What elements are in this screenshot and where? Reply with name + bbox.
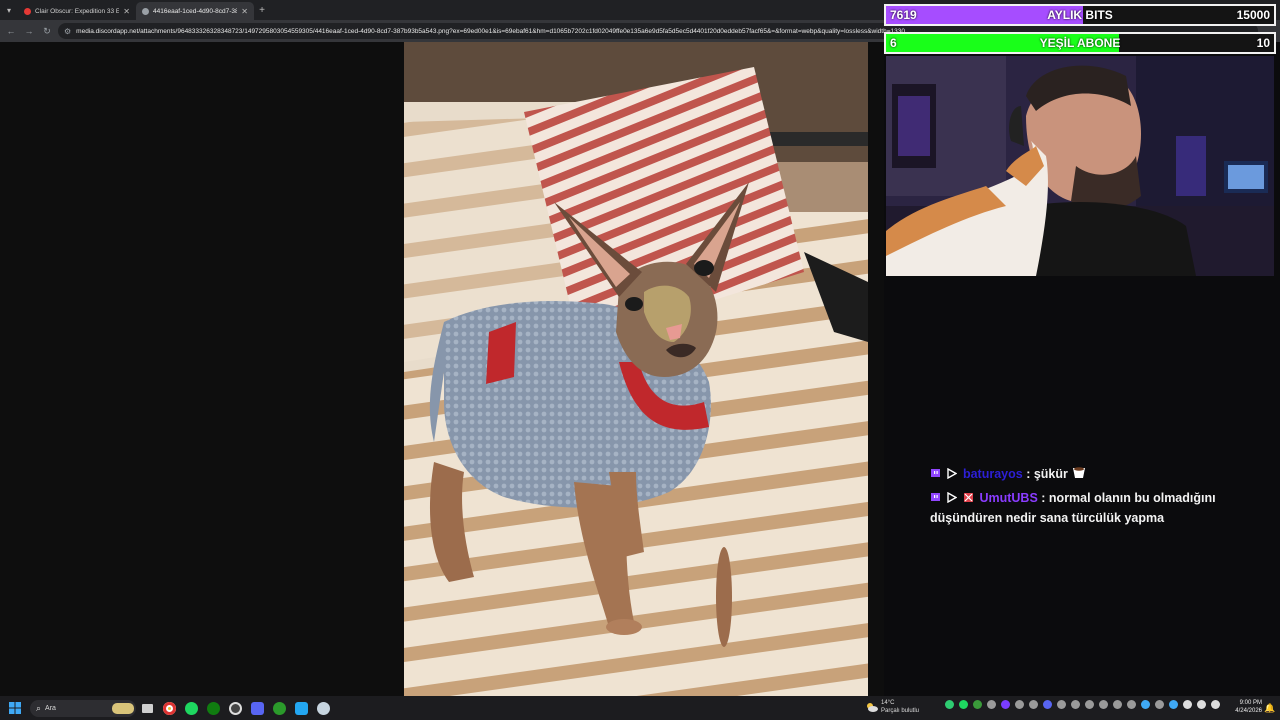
chat-username: baturayos [962, 467, 1023, 481]
webcam-feed [886, 56, 1274, 276]
tray-app-icon[interactable] [973, 700, 982, 709]
cup-emote-icon [1073, 467, 1086, 478]
tray-app-icon[interactable] [1127, 700, 1136, 709]
tray-app-icon[interactable] [1155, 700, 1164, 709]
system-tray [945, 700, 1220, 709]
tab-search-icon[interactable]: ▾ [0, 0, 18, 20]
chat-username: UmutUBS [979, 491, 1038, 505]
tray-app-icon[interactable] [1141, 700, 1150, 709]
volume-icon[interactable] [1197, 700, 1206, 709]
steam-icon[interactable] [312, 696, 334, 720]
reload-icon[interactable]: ↻ [40, 23, 54, 39]
play-badge-icon [947, 468, 958, 479]
vscode-icon[interactable] [290, 696, 312, 720]
site-info-icon[interactable]: ⚙ [64, 27, 71, 36]
bits-goal-bar: 7619 AYLIK BITS 15000 [884, 4, 1276, 26]
battery-icon[interactable] [1211, 700, 1220, 709]
tab-title: Clair Obscur: Expedition 33 Exp [35, 7, 120, 15]
bluetooth-icon[interactable] [1169, 700, 1178, 709]
screen: ▾ Clair Obscur: Expedition 33 Exp ✕ 4416… [0, 0, 1280, 720]
clock-date: 4/24/2026 [1235, 708, 1262, 714]
tray-app-icon[interactable] [959, 700, 968, 709]
cloud-sun-icon [867, 703, 878, 712]
tray-app-icon[interactable] [1057, 700, 1066, 709]
tab-clair-obscur[interactable]: Clair Obscur: Expedition 33 Exp ✕ [18, 2, 136, 20]
sub-goal-title: YEŞİL ABONE [1039, 36, 1121, 50]
cat-photo [404, 42, 868, 696]
chat-message: baturayos : şükür [930, 464, 1230, 484]
tray-app-icon[interactable] [945, 700, 954, 709]
windows-start-icon[interactable] [0, 696, 30, 720]
chat-message: UmutUBS : normal olanın bu olmadığını dü… [930, 488, 1230, 528]
tray-app-icon[interactable] [1099, 700, 1108, 709]
tray-app-icon[interactable] [1001, 700, 1010, 709]
weather-temp: 14°C [881, 700, 895, 706]
xbox-icon[interactable] [202, 696, 224, 720]
tray-app-icon[interactable] [1029, 700, 1038, 709]
notification-bell-icon[interactable]: 🔔 [1264, 703, 1275, 714]
twitch-badge-icon [931, 469, 940, 477]
tab-title: 4416eaaf-1ced-4d90-8cd7-387b [153, 7, 238, 15]
search-highlight-icon [112, 702, 134, 714]
search-placeholder: Ara [45, 704, 56, 712]
spotify-icon[interactable] [180, 696, 202, 720]
clock-time: 9:00 PM [1239, 700, 1262, 706]
weather-desc: Parçalı bulutlu [881, 708, 920, 714]
tray-app-icon[interactable] [1043, 700, 1052, 709]
discord-icon[interactable] [246, 696, 268, 720]
taskbar-search[interactable]: ⌕ Ara [30, 699, 136, 717]
close-tab-icon[interactable]: ✕ [123, 7, 130, 16]
forward-arrow-icon[interactable]: → [22, 23, 36, 39]
tab-discord-image[interactable]: 4416eaaf-1ced-4d90-8cd7-387b ✕ [136, 2, 254, 20]
tray-app-icon[interactable] [1071, 700, 1080, 709]
tray-app-icon[interactable] [987, 700, 996, 709]
new-tab-button[interactable]: + [254, 5, 270, 16]
tab-favicon-icon [142, 7, 149, 15]
weather-widget[interactable]: 14°C Parçalı bulutlu [866, 699, 919, 715]
twitch-badge-icon [931, 493, 940, 501]
bits-goal-target: 15000 [1236, 8, 1270, 22]
tray-app-icon[interactable] [1015, 700, 1024, 709]
chat-text: : şükür [1026, 467, 1068, 481]
play-badge-icon [947, 492, 958, 503]
bits-goal-title: AYLIK BITS [1047, 8, 1113, 22]
search-icon: ⌕ [36, 702, 42, 713]
chat-box: baturayos : şükür UmutUBS : normal olanı… [930, 464, 1230, 532]
back-arrow-icon[interactable]: ← [4, 23, 18, 39]
tray-app-icon[interactable] [1113, 700, 1122, 709]
task-view-icon[interactable] [136, 696, 158, 720]
tray-app-icon[interactable] [1085, 700, 1094, 709]
obs-icon[interactable] [224, 696, 246, 720]
chrome-icon[interactable] [158, 696, 180, 720]
network-icon[interactable] [1183, 700, 1192, 709]
cat-photo-image [404, 42, 868, 696]
taskbar-clock[interactable]: 9:00 PM 4/24/2026 [1228, 699, 1262, 715]
gift-badge-icon [963, 493, 973, 502]
xbox-game-bar-icon[interactable] [268, 696, 290, 720]
sub-goal-bar: 6 YEŞİL ABONE 10 [884, 32, 1276, 54]
close-tab-icon[interactable]: ✕ [241, 7, 248, 16]
tab-favicon-icon [24, 7, 31, 15]
webcam-image [886, 56, 1274, 276]
url-text: media.discordapp.net/attachments/9648333… [76, 27, 905, 35]
sub-goal-target: 10 [1256, 36, 1270, 50]
